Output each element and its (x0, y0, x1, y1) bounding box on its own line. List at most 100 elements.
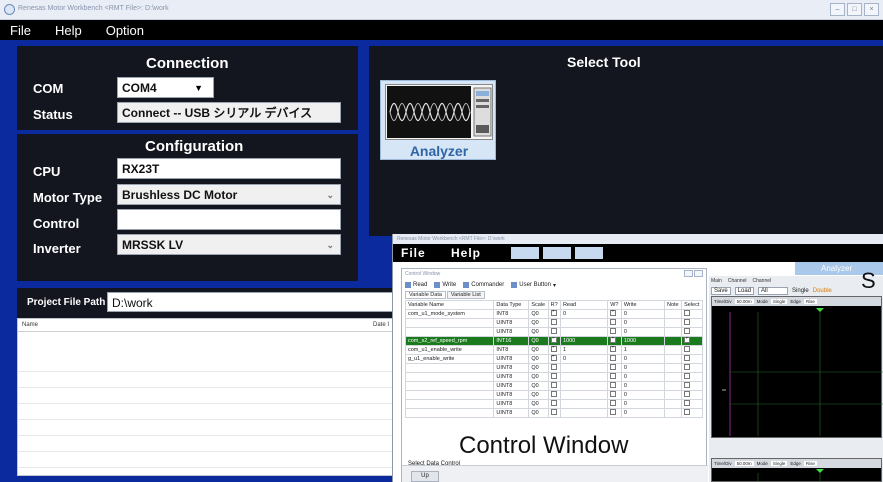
read-enable-checkbox[interactable] (550, 400, 557, 407)
select-checkbox[interactable] (684, 373, 691, 380)
select-checkbox[interactable] (684, 319, 691, 326)
overlay-menu-file[interactable]: File (401, 246, 426, 260)
table-row[interactable]: com_s2_ref_speed_rpmINT16Q0 1000 1000 (404, 336, 703, 346)
analyzer-tool-button[interactable]: Analyzer (380, 80, 496, 160)
read-enable-checkbox[interactable] (550, 319, 557, 326)
inverter-select[interactable]: MRSSK LV ⌄ (117, 234, 341, 255)
select-checkbox[interactable] (684, 337, 690, 344)
minimize-button[interactable]: – (830, 3, 845, 16)
select-checkbox[interactable] (684, 346, 691, 353)
overlay-tool-icon[interactable] (543, 247, 571, 259)
tab-channel[interactable]: Channel (728, 278, 747, 284)
menu-help[interactable]: Help (55, 23, 82, 38)
control-window-maximize[interactable] (694, 270, 703, 277)
read-enable-checkbox[interactable] (550, 391, 557, 398)
table-row[interactable]: com_u1_mode_systemINT8Q0 0 0 (404, 309, 703, 319)
read-enable-checkbox[interactable] (550, 337, 557, 344)
write-enable-checkbox[interactable] (610, 346, 616, 353)
table-row[interactable]: UINT8 Q0 0 (404, 408, 703, 418)
write-enable-checkbox[interactable] (610, 373, 617, 380)
write-enable-checkbox[interactable] (610, 310, 616, 317)
save-button[interactable]: Save (711, 287, 731, 295)
note-cell[interactable] (663, 345, 683, 355)
note-cell[interactable] (663, 372, 683, 382)
tab-variable-list[interactable]: Variable List (446, 291, 485, 299)
motor-type-select[interactable]: Brushless DC Motor ⌄ (117, 184, 341, 205)
mode-select[interactable]: Single (770, 461, 788, 466)
column-date-header[interactable]: Date I (373, 322, 389, 328)
up-button[interactable]: Up (411, 471, 439, 482)
project-path-field[interactable]: D:\work (107, 292, 399, 312)
control-window-minimize[interactable] (684, 270, 693, 277)
com-select[interactable]: COM4 ▼ (117, 77, 214, 98)
table-row[interactable]: UINT8 Q0 0 (404, 318, 703, 328)
overlay-tool-icon[interactable] (511, 247, 539, 259)
read-enable-checkbox[interactable] (550, 355, 557, 362)
double-option[interactable]: Double (813, 288, 832, 294)
write-enable-checkbox[interactable] (610, 337, 616, 344)
file-list[interactable]: Name Date I (17, 318, 398, 476)
column-header[interactable]: Select (681, 300, 703, 310)
table-row[interactable]: UINT8 Q0 0 (404, 327, 703, 337)
read-enable-checkbox[interactable] (550, 310, 557, 317)
select-checkbox[interactable] (684, 328, 691, 335)
control-field[interactable] (117, 209, 341, 230)
time-div-field[interactable]: 50.00m (734, 299, 754, 304)
column-name-header[interactable]: Name (22, 322, 38, 328)
single-option[interactable]: Single (792, 288, 809, 294)
cpu-field[interactable]: RX23T (117, 158, 341, 179)
table-row[interactable]: UINT8 Q0 0 (404, 372, 703, 382)
write-button[interactable]: Write (434, 282, 456, 288)
tab-channel-2[interactable]: Channel (752, 278, 771, 284)
write-enable-checkbox[interactable] (610, 409, 617, 416)
maximize-button[interactable]: □ (847, 3, 862, 16)
column-header[interactable]: Variable Name (404, 300, 495, 310)
select-checkbox[interactable] (684, 409, 691, 416)
commander-button[interactable]: Commander (463, 282, 504, 288)
note-cell[interactable] (663, 381, 683, 391)
read-button[interactable]: Read (405, 282, 427, 288)
tab-main[interactable]: Main (711, 278, 722, 284)
table-row[interactable]: UINT8 Q0 0 (404, 390, 703, 400)
select-checkbox[interactable] (684, 364, 691, 371)
note-cell[interactable] (663, 390, 683, 400)
menu-option[interactable]: Option (106, 23, 144, 38)
overlay-menu-help[interactable]: Help (451, 246, 481, 260)
edge-select[interactable]: Rise (803, 299, 817, 304)
mode-select[interactable]: Single (770, 299, 788, 304)
oscilloscope-top[interactable]: Time/Div 50.00m Mode Single Edge Rise (711, 296, 883, 438)
column-header[interactable]: Write (620, 300, 665, 310)
note-cell[interactable] (663, 336, 683, 346)
column-header[interactable]: Read (559, 300, 609, 310)
read-enable-checkbox[interactable] (550, 409, 557, 416)
table-row[interactable]: g_u1_enable_writeUINT8Q0 0 0 (404, 354, 703, 364)
column-header[interactable]: R? (547, 300, 561, 310)
note-cell[interactable] (663, 318, 683, 328)
tab-variable-data[interactable]: Variable Data (405, 291, 446, 299)
table-row[interactable]: UINT8 Q0 0 (404, 381, 703, 391)
write-enable-checkbox[interactable] (610, 328, 617, 335)
note-cell[interactable] (663, 354, 683, 364)
user-button-menu[interactable]: User Button ▾ (511, 282, 556, 289)
column-header[interactable]: Scale (528, 300, 549, 310)
select-checkbox[interactable] (684, 310, 691, 317)
read-enable-checkbox[interactable] (550, 346, 557, 353)
write-enable-checkbox[interactable] (610, 319, 617, 326)
note-cell[interactable] (663, 327, 683, 337)
note-cell[interactable] (663, 363, 683, 373)
edge-select[interactable]: Rise (803, 461, 817, 466)
oscilloscope-bottom[interactable]: Time/Div 50.00m Mode Single Edge Rise (711, 458, 882, 482)
note-cell[interactable] (663, 399, 683, 409)
time-div-field[interactable]: 50.00m (734, 461, 754, 466)
select-checkbox[interactable] (684, 382, 691, 389)
select-checkbox[interactable] (684, 391, 691, 398)
select-checkbox[interactable] (684, 400, 691, 407)
note-cell[interactable] (663, 408, 683, 418)
table-row[interactable]: UINT8 Q0 0 (404, 363, 703, 373)
write-enable-checkbox[interactable] (610, 382, 617, 389)
select-checkbox[interactable] (684, 355, 691, 362)
column-header[interactable]: Data Type (493, 300, 530, 310)
write-enable-checkbox[interactable] (610, 355, 617, 362)
column-header[interactable]: W? (607, 300, 622, 310)
close-button[interactable]: × (864, 3, 879, 16)
